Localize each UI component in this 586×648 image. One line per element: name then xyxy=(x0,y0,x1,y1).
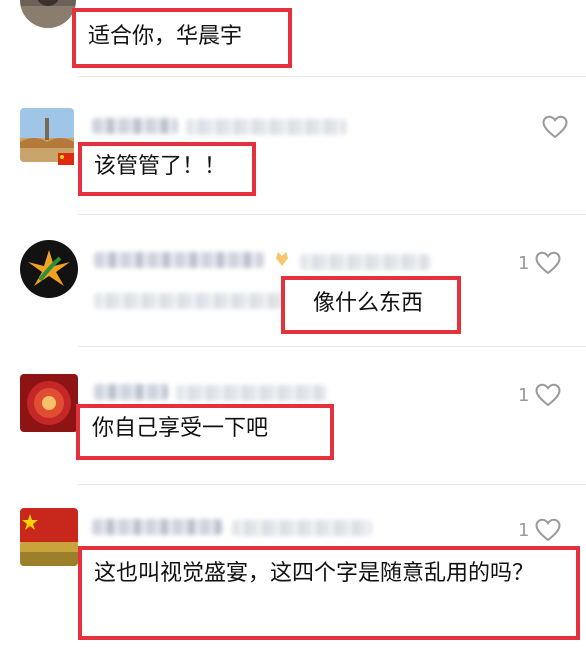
meta-blurred xyxy=(232,520,372,536)
comment-text-blurred xyxy=(94,293,284,309)
username-blurred xyxy=(94,252,264,268)
like-count: 1 xyxy=(518,384,530,406)
like-button[interactable]: 1 xyxy=(518,383,561,407)
like-button[interactable]: 1 xyxy=(518,518,561,542)
like-button[interactable]: 1 xyxy=(518,251,561,275)
divider xyxy=(78,346,586,347)
meta-blurred xyxy=(186,119,346,135)
comment-text: 适合你，华晨宇 xyxy=(72,8,292,68)
comment-text: 这也叫视觉盛宴，这四个字是随意乱用的吗？ xyxy=(78,546,580,640)
emoji-icon xyxy=(276,252,288,266)
heart-outline-icon xyxy=(535,518,561,542)
like-button[interactable] xyxy=(536,115,568,139)
divider xyxy=(78,484,586,485)
avatar[interactable] xyxy=(20,374,78,432)
avatar[interactable] xyxy=(20,0,76,28)
comment-text: 像什么东西 xyxy=(281,276,461,334)
divider xyxy=(78,76,586,77)
heart-outline-icon xyxy=(542,115,568,139)
meta-blurred xyxy=(300,254,430,270)
comment-text: 你自己享受一下吧 xyxy=(76,404,334,460)
heart-outline-icon xyxy=(535,383,561,407)
meta-blurred xyxy=(176,385,326,401)
username-blurred xyxy=(92,118,178,134)
username-blurred xyxy=(92,519,222,535)
avatar[interactable] xyxy=(20,240,78,298)
like-count: 1 xyxy=(518,252,530,274)
avatar[interactable] xyxy=(20,508,78,566)
comment-text: 该管管了！！ xyxy=(78,142,256,196)
china-flag-icon xyxy=(58,153,74,165)
like-count: 1 xyxy=(518,519,530,541)
heart-outline-icon xyxy=(535,251,561,275)
username-blurred xyxy=(94,384,168,400)
divider xyxy=(78,214,586,215)
